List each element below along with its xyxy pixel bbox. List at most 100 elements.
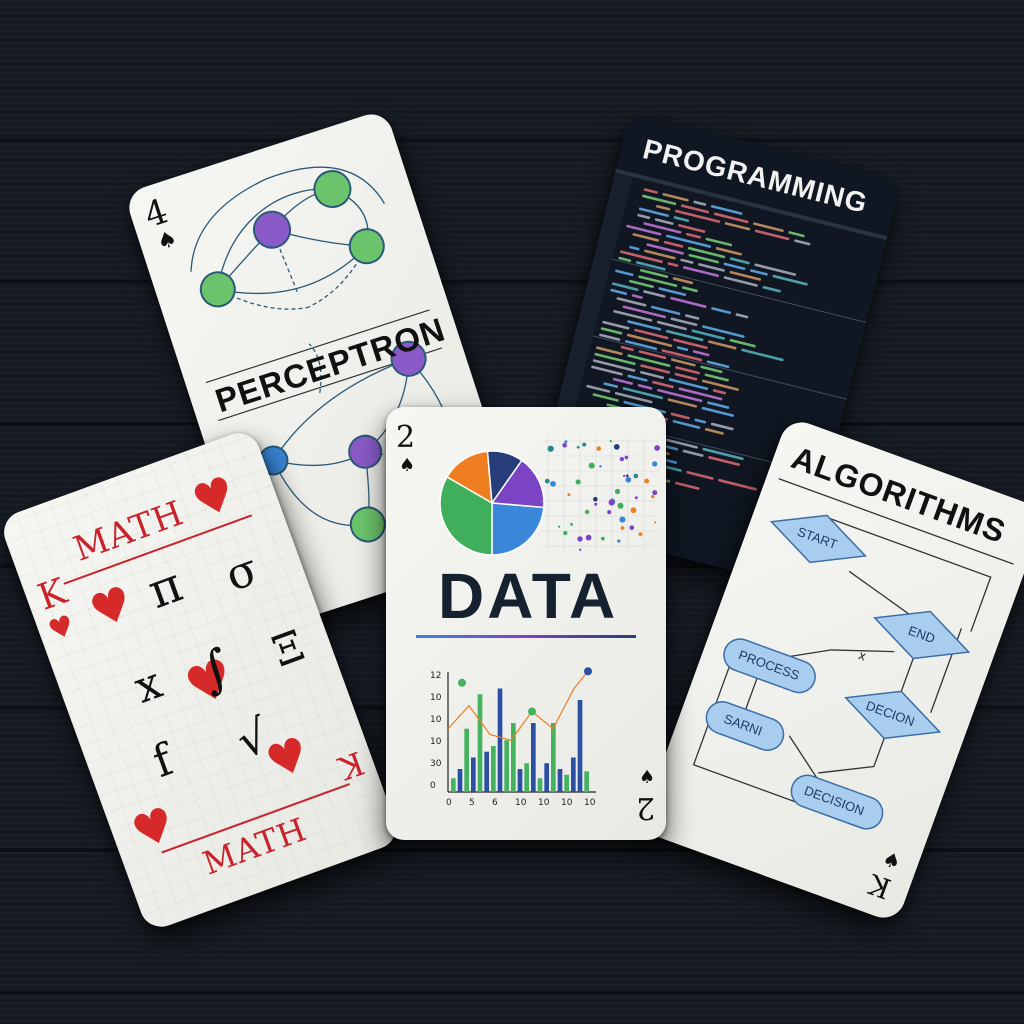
data-corner-rank-bottom: 2 — [636, 790, 656, 825]
bar — [577, 700, 583, 792]
scatter-dot — [585, 534, 592, 541]
scatter-dot — [575, 479, 581, 485]
x-tick-label: 10 — [561, 798, 573, 808]
scatter-dot — [564, 440, 568, 444]
neuron-node — [199, 271, 236, 308]
neuron-node — [349, 506, 386, 543]
scatter-dot — [617, 539, 621, 543]
scatter-dot — [570, 522, 573, 526]
data-card: 2 ♠ DATA 12 10 10 10 30 0 0 5 6 10 10 10 10 ♠ 2 — [386, 407, 666, 840]
bar — [497, 688, 503, 792]
y-tick-label: 12 — [430, 671, 442, 681]
x-tick-label: 5 — [469, 798, 475, 808]
scatter-dot — [630, 507, 637, 514]
scatter-dot — [577, 536, 583, 542]
scatter-dot — [638, 532, 643, 537]
data-corner-rank: 2 — [396, 420, 416, 455]
neuron-node — [313, 170, 352, 209]
pie-slice — [491, 502, 545, 556]
data-title-rule — [416, 635, 636, 638]
math-symbol: π — [140, 556, 190, 621]
bar — [551, 723, 556, 792]
scatter-dot — [620, 526, 625, 530]
scatter-dot — [625, 476, 632, 483]
heart-icon: ♥ — [185, 464, 243, 530]
scatter-dot — [567, 493, 571, 497]
bar — [484, 751, 489, 792]
scatter-dot — [584, 509, 590, 515]
x-tick-label: 10 — [584, 798, 596, 808]
scatter-dot — [624, 455, 629, 460]
scatter-dot — [558, 525, 561, 528]
math-symbol: √ — [229, 708, 276, 769]
y-tick-label: 10 — [430, 693, 442, 703]
scatter-dot — [547, 445, 554, 452]
scatter-dot — [599, 465, 602, 468]
scatter-dot — [544, 478, 550, 484]
scatter-dot — [563, 530, 568, 536]
y-tick-label: 10 — [430, 737, 442, 747]
heart-icon: ♥ — [43, 607, 79, 648]
scatter-dot — [629, 525, 635, 530]
bar — [471, 757, 476, 792]
scatter-dot — [596, 446, 602, 451]
data-title: DATA — [438, 560, 619, 632]
bar — [511, 723, 516, 792]
trend-point — [458, 678, 466, 687]
scatter-dot — [625, 474, 629, 478]
x-tick-label: 6 — [492, 798, 498, 808]
y-tick-label: 0 — [430, 781, 436, 791]
scatter-dot — [582, 442, 587, 447]
scatter-dot — [593, 496, 598, 502]
x-tick-label: 0 — [446, 798, 452, 808]
bar — [564, 774, 569, 792]
scatter-dot — [619, 516, 626, 523]
scatter-dot — [644, 478, 650, 484]
heart-icon: ♥ — [82, 574, 140, 640]
bar — [584, 771, 589, 792]
bar — [537, 778, 543, 792]
trend-point — [528, 707, 536, 716]
scatter-dot — [614, 488, 621, 495]
scatter-dot — [619, 456, 625, 462]
y-tick-label: 30 — [430, 759, 442, 769]
math-symbol: f — [146, 734, 180, 788]
scatter-dot — [634, 496, 638, 500]
math-corner-rank-bottom: K — [333, 743, 370, 788]
bar — [457, 769, 463, 792]
neuron-node — [348, 228, 385, 265]
math-symbol: Ξ — [266, 620, 311, 677]
bar — [571, 757, 576, 792]
data-corner-suit-bottom: ♠ — [639, 767, 656, 788]
scatter-dot — [652, 461, 658, 467]
scatter-dot — [651, 495, 655, 499]
scatter-dot — [607, 510, 612, 515]
math-title-bottom: MATH — [197, 810, 312, 883]
x-tick-label: 10 — [515, 798, 527, 808]
bar — [477, 694, 483, 792]
scatter-dot — [622, 474, 626, 478]
scatter-dot — [654, 521, 657, 524]
bar — [451, 778, 456, 792]
bar — [491, 746, 496, 792]
scatter-dot — [654, 445, 660, 451]
scatter-dot — [579, 548, 582, 551]
data-corner-suit: ♠ — [399, 455, 416, 476]
bar — [464, 728, 469, 792]
scatter-dot — [633, 473, 639, 479]
bar — [544, 763, 549, 792]
x-tick-label: 10 — [538, 798, 550, 808]
scatter-dot — [613, 444, 620, 450]
scatter-dot — [588, 462, 595, 469]
scatter-dot — [652, 490, 658, 496]
scatter-dot — [609, 439, 612, 443]
bar — [557, 769, 563, 792]
scatter-dot — [617, 502, 624, 509]
bar — [531, 723, 536, 792]
bar — [504, 740, 509, 792]
scatter-dot — [576, 445, 580, 449]
y-tick-label: 10 — [430, 715, 442, 725]
trend-point — [584, 667, 592, 676]
scatter-dot — [550, 480, 556, 487]
bar — [524, 763, 529, 792]
